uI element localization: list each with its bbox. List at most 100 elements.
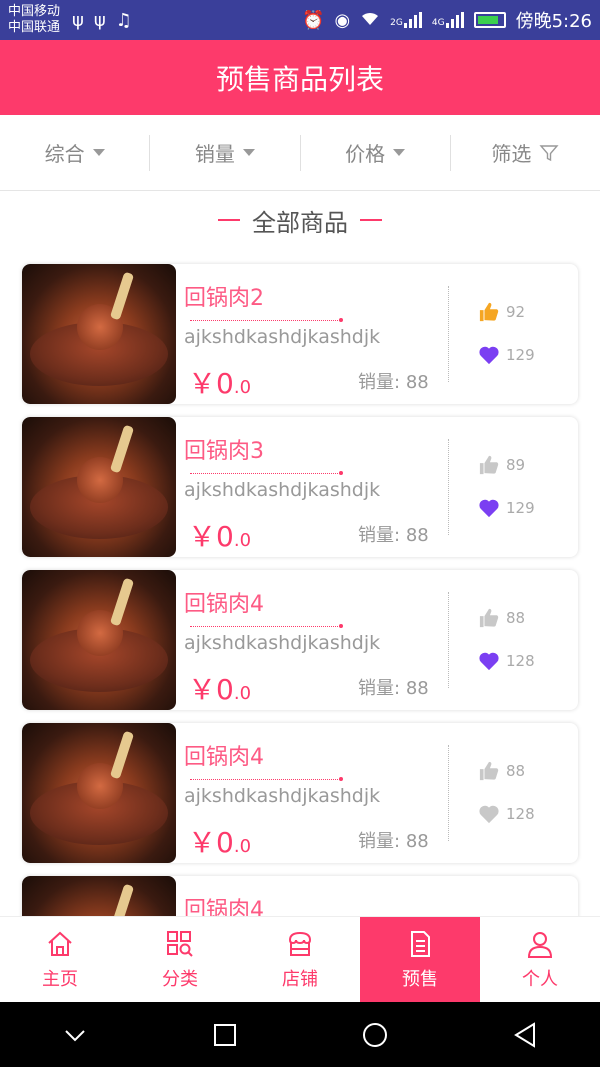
like-button[interactable]: 88 <box>478 761 525 781</box>
product-title: 回锅肉4 <box>184 745 264 770</box>
tab-home[interactable]: 主页 <box>0 917 120 1002</box>
fav-count: 129 <box>506 499 535 517</box>
sales-value: 88 <box>405 525 429 546</box>
tab-presale[interactable]: 预售 <box>360 917 480 1002</box>
favorite-button[interactable]: 129 <box>478 498 535 518</box>
eye-icon: ◉ <box>334 9 351 31</box>
tab-profile[interactable]: 个人 <box>480 917 600 1002</box>
product-card[interactable]: 回锅肉4 ajkshdkashdjkashdjk ￥0.0 销量: 88 88 … <box>22 570 578 710</box>
thumbs-up-icon <box>479 455 499 475</box>
tab-label: 分类 <box>162 968 198 990</box>
filter-sort-price[interactable]: 价格 <box>301 134 451 171</box>
sales-value: 88 <box>405 831 429 852</box>
filter-icon <box>539 144 559 161</box>
signal-2g-label: 2G <box>390 18 403 28</box>
heart-icon <box>479 652 499 671</box>
price-main: 0 <box>216 520 234 553</box>
filter-button[interactable]: 筛选 <box>451 135 600 171</box>
like-button[interactable]: 89 <box>478 455 525 475</box>
filter-label: 销量 <box>194 142 235 166</box>
product-title: 回锅肉4 <box>184 592 264 617</box>
battery-icon <box>473 12 506 28</box>
bottom-tab-bar: 主页 分类 店铺 预售 个人 <box>0 916 600 1002</box>
like-count: 88 <box>506 609 526 627</box>
product-price: ￥0.0 <box>188 821 251 861</box>
filter-label: 价格 <box>345 142 386 166</box>
notification-icons: ψ ψ ♫ <box>72 10 132 31</box>
home-circle-icon[interactable] <box>360 1020 390 1050</box>
favorite-button[interactable]: 128 <box>478 804 535 824</box>
document-icon <box>411 930 430 957</box>
price-main: 0 <box>216 367 234 400</box>
sales-count: 销量: 88 <box>358 368 429 394</box>
like-button[interactable]: 88 <box>478 608 525 628</box>
category-search-icon <box>167 930 193 957</box>
product-description: ajkshdkashdjkashdjk <box>184 479 381 501</box>
carrier-info: 中国移动 中国联通 <box>8 4 60 36</box>
product-card[interactable]: 回锅肉3 ajkshdkashdjkashdjk ￥0.0 销量: 88 89 … <box>22 417 578 557</box>
clock: 傍晚5:26 <box>515 11 592 32</box>
favorite-button[interactable]: 128 <box>478 651 535 671</box>
price-main: 0 <box>216 826 234 859</box>
page-title: 预售商品列表 <box>215 62 384 96</box>
music-icon: ♫ <box>115 9 132 31</box>
product-card[interactable]: 回锅肉4 ajkshdkashdjkashdjk ￥0.0 销量: 88 88 … <box>22 723 578 863</box>
filter-sort-comprehensive[interactable]: 综合 <box>0 134 151 171</box>
back-icon[interactable] <box>510 1020 540 1050</box>
signal-4g-icon: 4G <box>432 12 464 28</box>
product-list[interactable]: 回锅肉2 ajkshdkashdjkashdjk ￥0.0 销量: 88 92 … <box>0 260 600 916</box>
alarm-icon: ⏰ <box>302 9 325 31</box>
carrier-2: 中国联通 <box>8 20 61 35</box>
sales-value: 88 <box>405 678 429 699</box>
sales-label: 销量: <box>358 525 401 546</box>
product-price: ￥0.0 <box>188 668 251 708</box>
filter-sort-sales[interactable]: 销量 <box>150 134 301 171</box>
fav-count: 128 <box>506 652 535 670</box>
heart-icon <box>479 346 499 365</box>
product-title: 回锅肉3 <box>184 439 264 464</box>
divider-vertical <box>448 745 449 841</box>
like-count: 88 <box>506 762 526 780</box>
store-icon <box>288 931 312 956</box>
tab-store[interactable]: 店铺 <box>240 917 360 1002</box>
sales-count: 销量: 88 <box>358 521 429 547</box>
divider <box>190 624 343 628</box>
sales-label: 销量: <box>358 678 401 699</box>
price-symbol: ￥ <box>188 673 217 706</box>
divider <box>190 318 343 322</box>
recent-apps-icon[interactable] <box>210 1020 240 1050</box>
fav-count: 129 <box>506 346 535 364</box>
tab-label: 主页 <box>42 968 78 990</box>
divider <box>190 777 343 781</box>
like-button[interactable]: 92 <box>478 302 525 322</box>
caret-down-icon <box>242 149 255 156</box>
product-image <box>22 723 176 863</box>
like-count: 89 <box>506 456 526 474</box>
product-card[interactable]: 回锅肉2 ajkshdkashdjkashdjk ￥0.0 销量: 88 92 … <box>22 264 578 404</box>
person-icon <box>527 931 553 958</box>
home-icon <box>48 931 72 956</box>
section-dash-left <box>218 219 240 221</box>
like-count: 92 <box>506 303 526 321</box>
sales-label: 销量: <box>358 372 401 393</box>
section-title: 全部商品 <box>252 208 348 237</box>
product-title: 回锅肉4 <box>184 898 264 916</box>
system-icons: ⏰ ◉ 2G 4G 傍晚5:26 <box>302 7 592 33</box>
product-image <box>22 417 176 557</box>
chevron-down-icon[interactable] <box>60 1020 90 1050</box>
price-symbol: ￥ <box>188 826 217 859</box>
thumbs-up-icon <box>479 608 499 628</box>
tab-category[interactable]: 分类 <box>120 917 240 1002</box>
product-description: ajkshdkashdjkashdjk <box>184 326 381 348</box>
divider <box>190 471 343 475</box>
product-card[interactable]: 回锅肉4 <box>22 876 578 916</box>
thumbs-up-icon <box>479 302 499 322</box>
sales-count: 销量: 88 <box>358 827 429 853</box>
filter-label: 综合 <box>44 142 85 166</box>
heart-icon <box>479 499 499 518</box>
favorite-button[interactable]: 129 <box>478 345 535 365</box>
caret-down-icon <box>92 149 105 156</box>
product-price: ￥0.0 <box>188 362 251 402</box>
signal-4g-label: 4G <box>431 18 445 28</box>
price-symbol: ￥ <box>188 367 217 400</box>
